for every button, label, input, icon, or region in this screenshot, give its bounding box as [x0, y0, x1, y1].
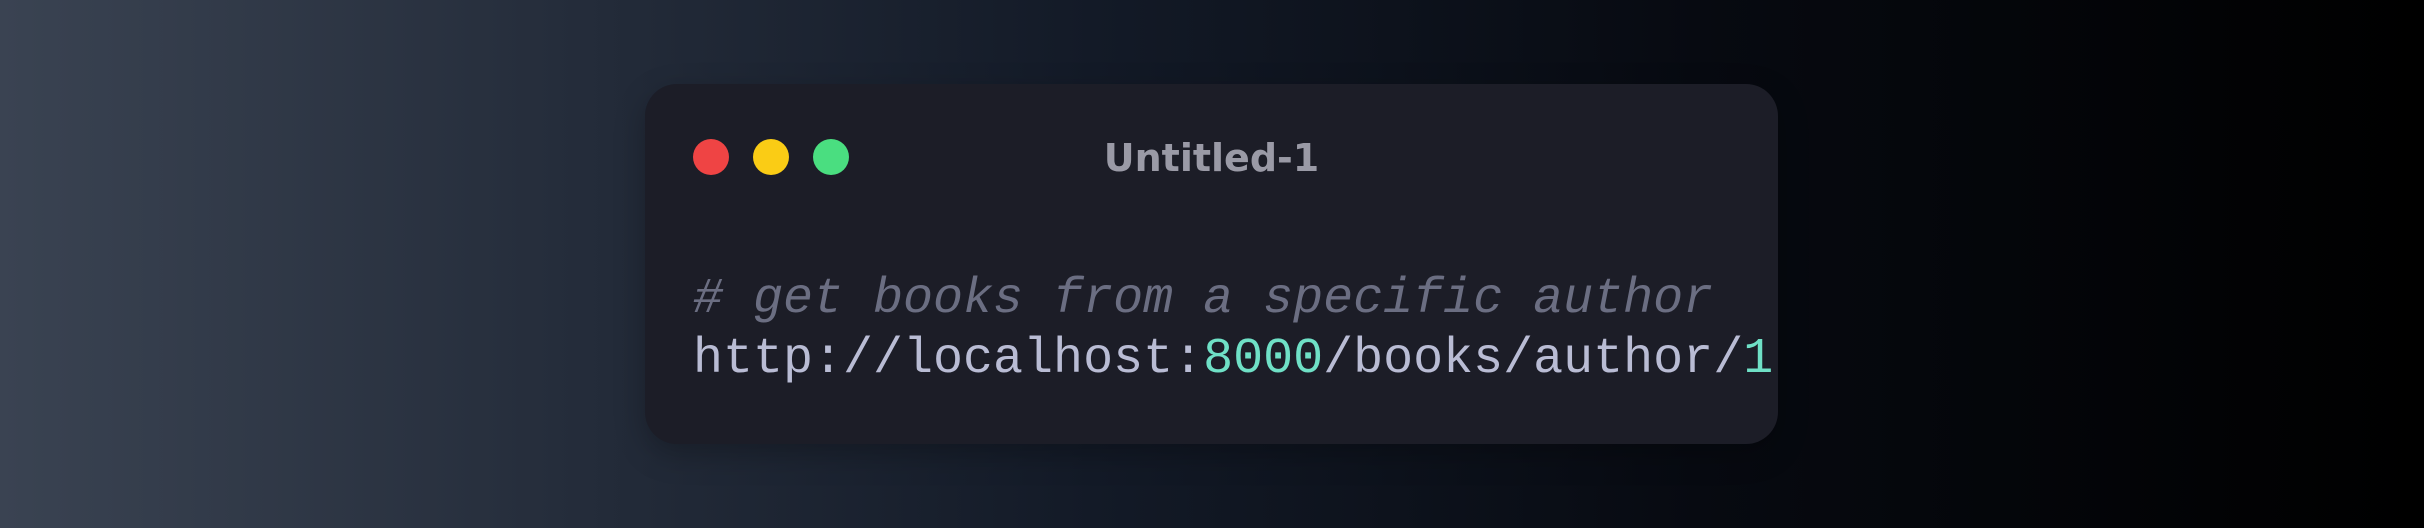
url-scheme-host: http://localhost: [693, 331, 1204, 388]
url-id: 1 [1743, 331, 1774, 388]
window-titlebar: Untitled-1 [645, 84, 1778, 234]
url-path: /books/author/ [1323, 331, 1744, 388]
url-port: 8000 [1203, 331, 1324, 388]
code-block: # get books from a specific author http:/… [693, 270, 1773, 390]
code-url-line: http://localhost:8000/books/author/1 [693, 330, 1773, 390]
window-title: Untitled-1 [1103, 136, 1320, 180]
code-comment-line: # get books from a specific author [693, 271, 1714, 328]
code-window: Untitled-1 # get books from a specific a… [645, 84, 1778, 444]
